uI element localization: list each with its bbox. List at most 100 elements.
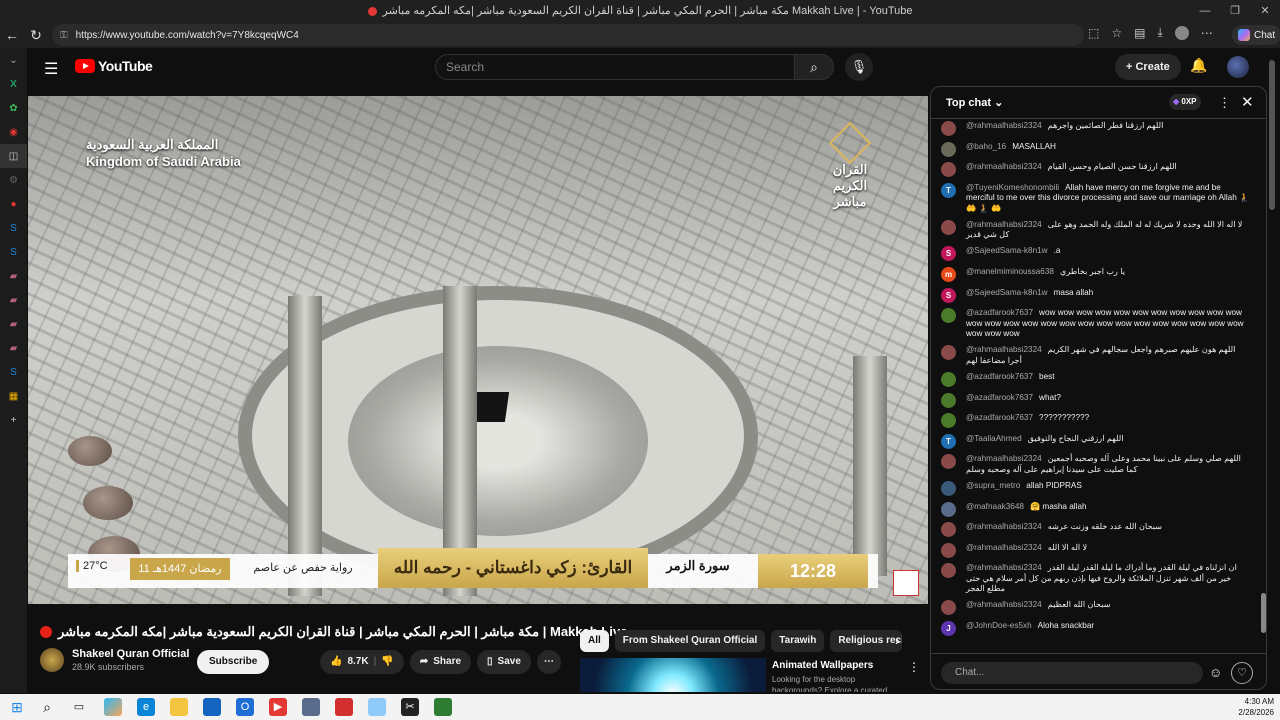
excel-icon[interactable]: X	[0, 72, 27, 96]
apps-icon[interactable]: ▦	[0, 384, 27, 408]
more-actions-button[interactable]: ⋯	[536, 650, 561, 674]
copilot-chat-button[interactable]: Chat	[1232, 25, 1280, 45]
chat-avatar[interactable]	[941, 413, 956, 429]
chat-message[interactable]: @rahmaalhabsi2324 اللهم ارزقنا حسن الصيام…	[941, 162, 1251, 178]
skype-icon-3[interactable]: S	[0, 360, 27, 384]
top-chat-dropdown[interactable]: Top chat ⌄	[946, 96, 1003, 109]
chat-author[interactable]: @rahmaalhabsi2324	[966, 121, 1042, 130]
chat-author[interactable]: @manelmiminoussa638	[966, 267, 1054, 276]
chat-avatar[interactable]	[941, 308, 956, 324]
chat-avatar[interactable]	[941, 141, 956, 157]
chat-author[interactable]: @baho_16	[966, 142, 1006, 151]
skype-icon-2[interactable]: S	[0, 240, 27, 264]
chat-message[interactable]: @rahmaalhabsi2324 اللهم هون عليهم صبرهم و…	[941, 345, 1251, 366]
downloads-icon[interactable]: ⤓	[1157, 25, 1162, 40]
chat-avatar[interactable]	[941, 522, 956, 538]
maximize-icon[interactable]: ❐	[1220, 0, 1250, 22]
gear-icon[interactable]: ⚙	[0, 168, 27, 192]
hamburger-menu-icon[interactable]: ☰	[44, 59, 58, 79]
youtube-logo[interactable]: YouTube	[75, 58, 153, 74]
video-player[interactable]: المملكة العربية السعودية Kingdom of Saud…	[28, 96, 928, 604]
chat-message[interactable]: @rahmaalhabsi2324 اللهم صلي وسلم على نبين…	[941, 454, 1251, 475]
reload-icon[interactable]: ↻	[24, 27, 48, 44]
chat-avatar[interactable]	[941, 542, 956, 558]
back-icon[interactable]: ←	[0, 27, 24, 43]
chat-message[interactable]: @azadfarook7637???????????	[941, 413, 1251, 429]
chat-message[interactable]: T @TuyeniKomeshonombili Allah have mercy o…	[941, 182, 1251, 215]
store-icon[interactable]	[203, 698, 221, 716]
chat-message[interactable]: @azadfarook7637 wow wow wow wow wow wow w…	[941, 308, 1251, 340]
chat-input[interactable]: Chat...	[941, 662, 1203, 684]
recommendation-title[interactable]: Animated Wallpapers	[772, 660, 873, 671]
chat-author[interactable]: @azadfarook7637	[966, 413, 1033, 422]
chat-author[interactable]: @rahmaalhabsi2324	[966, 220, 1042, 229]
chat-avatar[interactable]: T	[941, 433, 956, 449]
notifications-bell-icon[interactable]: 🔔	[1190, 57, 1207, 74]
more-vertical-icon[interactable]: ⋮	[908, 660, 920, 674]
chat-author[interactable]: @supra_metro	[966, 481, 1020, 490]
notepad-icon[interactable]	[368, 698, 386, 716]
chat-author[interactable]: @JohnDoe-es5xh	[966, 621, 1032, 630]
create-button[interactable]: + Create	[1115, 54, 1181, 80]
chat-avatar[interactable]: m	[941, 267, 956, 283]
chat-message[interactable]: @rahmaalhabsi2324 لا اله الا الله	[941, 542, 1251, 558]
voice-search-icon[interactable]: 🎙	[845, 53, 873, 81]
more-vertical-icon[interactable]: ⋮	[1218, 95, 1231, 111]
add-icon[interactable]: +	[0, 408, 27, 432]
search-button[interactable]: ⌕	[794, 54, 834, 80]
chat-message[interactable]: m @manelmiminoussa638 يا رب اجبر بخاطري	[941, 267, 1251, 283]
system-clock[interactable]: 4:30 AM 2/28/2026	[1232, 696, 1274, 718]
recorder-icon[interactable]	[335, 698, 353, 716]
chat-avatar[interactable]: S	[941, 246, 956, 262]
close-window-icon[interactable]: ✕	[1250, 0, 1280, 22]
thumbs-down-icon[interactable]: 👎	[381, 650, 393, 674]
close-chat-icon[interactable]: ✕	[1241, 93, 1254, 111]
chat-message[interactable]: @supra_metro allah PIDPRAS	[941, 480, 1251, 496]
channel-name[interactable]: Shakeel Quran Official	[72, 648, 189, 660]
url-field[interactable]: ⚿ https://www.youtube.com/watch?v=7Y8kcq…	[52, 24, 1084, 46]
mail-icon-4[interactable]: ▰	[0, 336, 27, 360]
chat-message[interactable]: @azadfarook7637 best	[941, 371, 1251, 387]
chat-avatar[interactable]	[941, 563, 956, 579]
chat-avatar[interactable]	[941, 219, 956, 235]
channel-avatar[interactable]	[40, 648, 64, 672]
app-icon[interactable]	[302, 698, 320, 716]
chat-message[interactable]: J @JohnDoe-es5xh Aloha snackbar	[941, 620, 1251, 636]
chat-avatar[interactable]	[941, 600, 956, 616]
task-view-icon[interactable]: ▭	[70, 698, 88, 716]
chat-message[interactable]: @rahmaalhabsi2324 اللهم ارزقنا فطر الصائم…	[941, 121, 1251, 136]
chip-all[interactable]: All	[580, 630, 609, 652]
chat-message[interactable]: @azadfarook7637 what?	[941, 392, 1251, 408]
chip-from-channel[interactable]: From Shakeel Quran Official	[614, 630, 766, 652]
mail-icon-3[interactable]: ▰	[0, 312, 27, 336]
chat-avatar[interactable]	[941, 371, 956, 387]
chat-message[interactable]: @rahmaalhabsi2324 سبحان الله العظيم	[941, 600, 1251, 616]
chat-message[interactable]: S @SajeedSama-k8n1w .a	[941, 246, 1251, 262]
outlook-icon[interactable]: O	[236, 698, 254, 716]
chat-scrollbar[interactable]	[1261, 123, 1266, 653]
flower-icon[interactable]: ✿	[0, 96, 27, 120]
chat-avatar[interactable]: T	[941, 182, 956, 198]
chat-message[interactable]: @mafnaak3648 🤗 masha allah	[941, 501, 1251, 517]
copilot-taskbar-icon[interactable]	[104, 698, 122, 716]
recommendation-thumbnail[interactable]	[580, 658, 766, 692]
share-button[interactable]: ➦ Share	[409, 650, 472, 674]
extensions-icon[interactable]: ⬚	[1088, 26, 1099, 40]
chat-avatar[interactable]	[941, 454, 956, 470]
chat-author[interactable]: @rahmaalhabsi2324	[966, 563, 1042, 572]
youtube-taskbar-icon[interactable]: ▶	[269, 698, 287, 716]
subscribe-button[interactable]: Subscribe	[197, 650, 270, 674]
chat-message[interactable]: @rahmaalhabsi2324 ان انزلناه في ليلة القد…	[941, 563, 1251, 595]
chevron-right-icon[interactable]: ›	[895, 632, 900, 648]
chat-message[interactable]: @baho_16 MASALLAH	[941, 141, 1251, 157]
chat-avatar[interactable]	[941, 121, 956, 136]
save-button[interactable]: ▯ Save	[477, 650, 531, 674]
settings-more-icon[interactable]: ⋯	[1201, 26, 1213, 40]
chat-avatar[interactable]	[941, 345, 956, 361]
favorites-icon[interactable]: ☆	[1111, 26, 1122, 40]
chat-avatar[interactable]	[941, 480, 956, 496]
mail-icon[interactable]: ▰	[0, 264, 27, 288]
youtube-avatar[interactable]	[1227, 56, 1249, 78]
mail-icon-2[interactable]: ▰	[0, 288, 27, 312]
photos-icon[interactable]	[434, 698, 452, 716]
